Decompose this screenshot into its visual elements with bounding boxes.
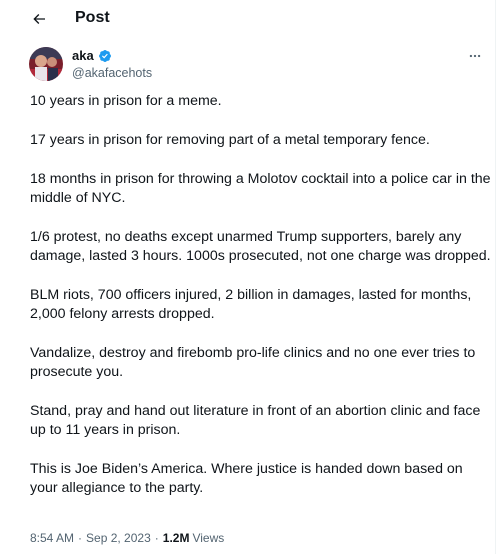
- post-paragraph: Vandalize, destroy and firebomb pro-life…: [30, 345, 476, 380]
- page-title: Post: [75, 9, 110, 26]
- more-horizontal-icon: [469, 54, 481, 58]
- meta-separator: ·: [78, 531, 83, 545]
- post-paragraph: Stand, pray and hand out literature in f…: [30, 403, 481, 438]
- post-paragraph: 17 years in prison for removing part of …: [30, 132, 430, 148]
- post-text: 10 years in prison for a meme. 17 years …: [30, 92, 492, 518]
- author-handle[interactable]: @akafacehots: [72, 65, 152, 81]
- page-header: Post: [0, 0, 495, 38]
- back-button[interactable]: [25, 5, 53, 33]
- post-paragraph: This is Joe Biden’s America. Where justi…: [30, 461, 463, 496]
- meta-separator: ·: [154, 531, 159, 545]
- post-container: Post aka @akafacehots 10 years in prison…: [0, 0, 496, 554]
- verified-badge-icon: [98, 50, 111, 62]
- post-time[interactable]: 8:54 AM: [30, 530, 74, 546]
- more-options-button[interactable]: [463, 47, 487, 65]
- post-paragraph: 1/6 protest, no deaths except unarmed Tr…: [30, 229, 491, 264]
- author-name-text: aka: [72, 48, 94, 63]
- avatar[interactable]: [29, 47, 63, 81]
- author-name[interactable]: aka: [72, 48, 112, 64]
- post-metadata: 8:54 AM · Sep 2, 2023 · 1.2M Views: [30, 530, 224, 546]
- arrow-left-icon: [33, 14, 45, 24]
- post-paragraph: BLM riots, 700 officers injured, 2 billi…: [30, 287, 472, 322]
- post-date[interactable]: Sep 2, 2023: [86, 530, 151, 546]
- post-paragraph: 10 years in prison for a meme.: [30, 93, 222, 109]
- avatar-image: [29, 47, 63, 81]
- views-count[interactable]: 1.2M: [163, 530, 190, 546]
- views-label: Views: [192, 531, 225, 545]
- post-paragraph: 18 months in prison for throwing a Molot…: [30, 171, 491, 206]
